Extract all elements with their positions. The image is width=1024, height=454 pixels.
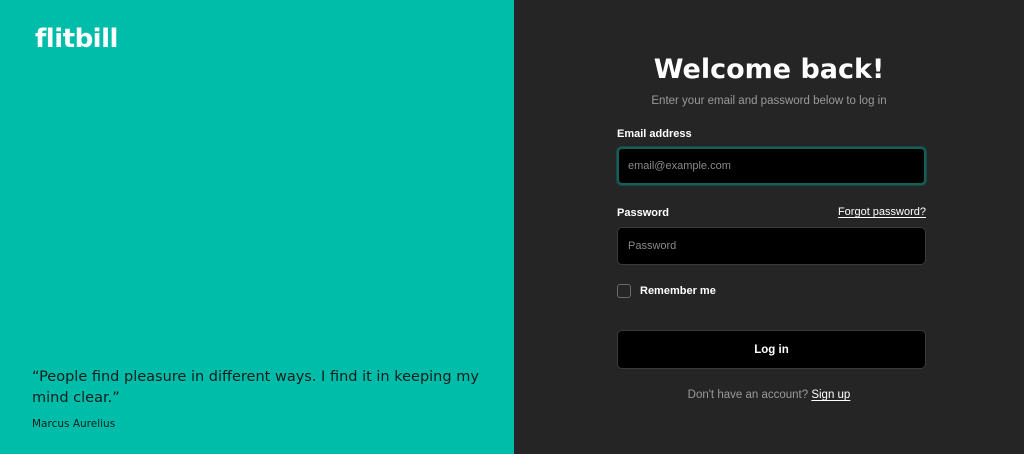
no-account-text: Don't have an account? bbox=[687, 389, 809, 401]
remember-me-checkbox[interactable] bbox=[617, 284, 631, 298]
testimonial-quote: “People find pleasure in different ways.… bbox=[32, 369, 479, 406]
email-input[interactable] bbox=[617, 147, 926, 185]
sign-up-link[interactable]: Sign up bbox=[811, 389, 850, 401]
email-label: Email address bbox=[617, 128, 692, 140]
login-button[interactable]: Log in bbox=[617, 330, 926, 369]
login-panel: Welcome back! Enter your email and passw… bbox=[514, 0, 1024, 454]
quote-author: Marcus Aurelius bbox=[32, 418, 116, 430]
page-subtitle: Enter your email and password below to l… bbox=[651, 95, 887, 107]
flitbill-logo[interactable]: flitbill bbox=[35, 24, 118, 54]
password-input[interactable] bbox=[617, 227, 926, 265]
brand-panel: flitbill “People find pleasure in differ… bbox=[0, 0, 514, 454]
login-page: flitbill “People find pleasure in differ… bbox=[0, 0, 1024, 454]
signup-prompt: Don't have an account? Sign up bbox=[514, 389, 1024, 401]
remember-me[interactable]: Remember me bbox=[617, 284, 716, 298]
remember-me-label: Remember me bbox=[640, 285, 716, 297]
forgot-password-link[interactable]: Forgot password? bbox=[838, 206, 926, 218]
password-label: Password bbox=[617, 207, 669, 219]
page-title: Welcome back! bbox=[653, 54, 885, 85]
